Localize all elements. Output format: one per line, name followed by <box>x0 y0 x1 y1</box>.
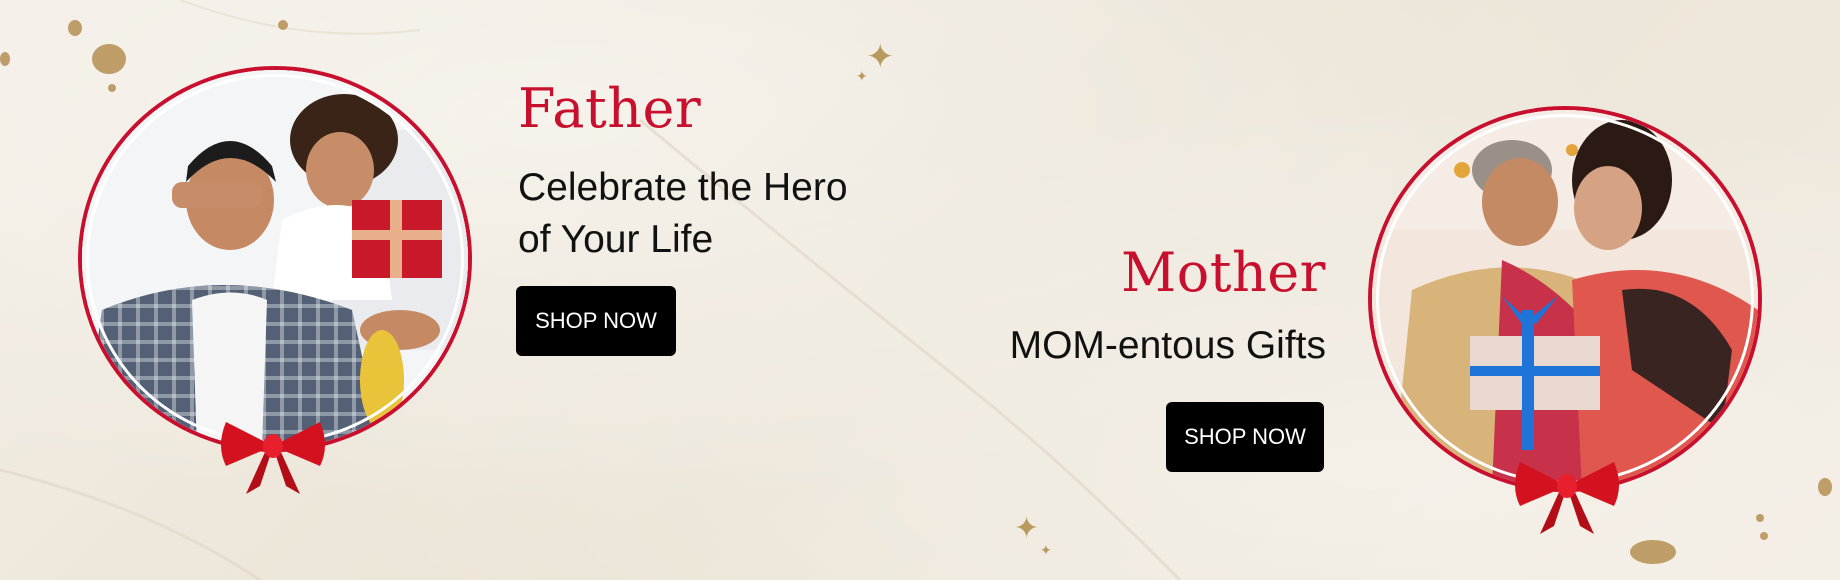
ribbon-bow-icon <box>221 422 325 494</box>
father-subtitle-line: Celebrate the Hero <box>518 166 848 209</box>
sparkle-icon: ✦ <box>1014 511 1040 546</box>
mother-subtitle: MOM-entous Gifts <box>1009 324 1326 367</box>
gold-foil-blot <box>1756 514 1764 522</box>
mother-daughter-illustration <box>1372 110 1758 488</box>
gold-foil-blot <box>278 20 288 30</box>
mother-shop-now-button[interactable]: SHOP NOW <box>1166 402 1324 472</box>
promo-banner: ✦ ✦ ✦ ✦ Father Celebrate the Hero of You… <box>0 0 1840 580</box>
mother-heading: Mother <box>1120 241 1326 304</box>
sparkle-icon: ✦ <box>1040 543 1052 559</box>
gold-foil-blot <box>1760 532 1768 540</box>
father-subtitle: Celebrate the Hero of Your Life <box>518 162 958 266</box>
father-subtitle-line: of Your Life <box>518 218 714 261</box>
sparkle-icon: ✦ <box>856 69 868 85</box>
gold-foil-blot <box>1818 478 1832 496</box>
ribbon-bow-icon <box>1515 462 1619 534</box>
father-son-illustration <box>82 70 468 448</box>
gold-foil-blot <box>1630 540 1676 564</box>
gold-foil-blot <box>108 84 116 92</box>
mother-photo[interactable] <box>1368 106 1762 492</box>
gold-foil-blot <box>68 20 82 36</box>
father-shop-now-button[interactable]: SHOP NOW <box>516 286 676 356</box>
father-heading: Father <box>518 77 702 140</box>
gold-foil-blot <box>92 44 126 74</box>
father-photo[interactable] <box>78 66 472 452</box>
sparkle-icon: ✦ <box>866 37 895 77</box>
gold-foil-blot <box>0 52 10 66</box>
